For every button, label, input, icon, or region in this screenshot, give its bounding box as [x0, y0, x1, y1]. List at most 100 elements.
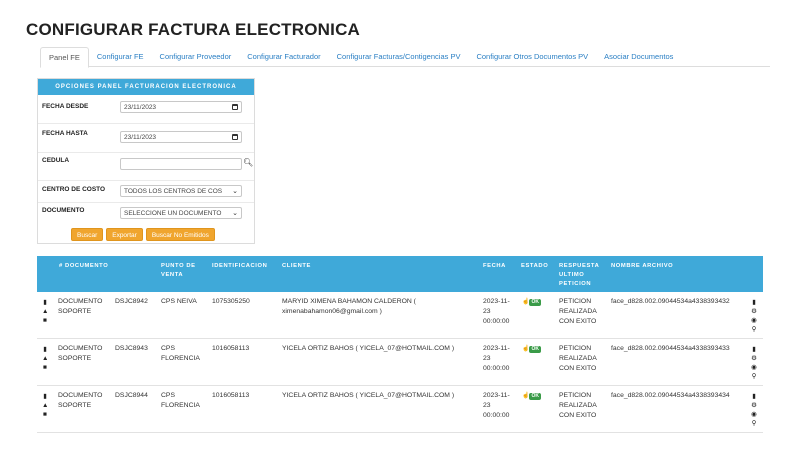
search-icon[interactable]: ⚲	[750, 372, 758, 381]
file-icon[interactable]: ■	[42, 410, 48, 419]
comment-icon[interactable]: ▮	[750, 298, 758, 307]
fecha-hasta-input[interactable]: 23/11/2023	[120, 131, 242, 143]
tab-configurar-facturas-contigencias[interactable]: Configurar Facturas/Contigencias PV	[329, 47, 469, 67]
tab-configurar-facturador[interactable]: Configurar Facturador	[239, 47, 328, 67]
col-punto-venta: PUNTO DE VENTA	[161, 263, 196, 278]
nombre-archivo: face_d828.002.09044534a4338393432	[611, 298, 730, 305]
col-identificacion: IDENTIFICACION	[212, 263, 268, 269]
row-actions-left: ▮ ▲ ■	[42, 298, 48, 325]
doc-numero: DSJC8942	[115, 298, 148, 305]
documento-label: DOCUMENTO	[42, 207, 85, 214]
punto-venta: CPS FLORENCIA	[161, 392, 200, 409]
fecha-desde-label: FECHA DESDE	[42, 103, 89, 110]
nombre-archivo: face_d828.002.09044534a4338393433	[611, 345, 730, 352]
tab-panel-fe[interactable]: Panel FE	[40, 47, 89, 68]
status-badge: OK	[529, 392, 541, 400]
home-icon[interactable]: ▲	[42, 401, 48, 410]
fecha-desde-value: 23/11/2023	[124, 104, 157, 111]
doc-tipo: DOCUMENTO SOPORTE	[58, 345, 103, 362]
status-badge: OK	[529, 298, 541, 306]
view-icon[interactable]: ◉	[750, 316, 758, 325]
centro-costo-select[interactable]: TODOS LOS CENTROS DE COS ⌄	[120, 185, 242, 197]
file-icon[interactable]: ■	[42, 316, 48, 325]
documento-value: SELECCIONE UN DOCUMENTO	[124, 210, 222, 217]
cedula-input[interactable]	[120, 158, 242, 170]
doc-numero: DSJC8943	[115, 345, 148, 352]
doc-tipo: DOCUMENTO SOPORTE	[58, 392, 103, 409]
fecha-desde-input[interactable]: 23/11/2023	[120, 101, 242, 113]
respuesta: PETICION REALIZADA CON EXITO	[559, 345, 597, 372]
row-actions-right: ▮ ⚙︎ ◉ ⚲	[750, 345, 758, 381]
nombre-archivo: face_d828.002.09044534a4338393434	[611, 392, 730, 399]
search-icon[interactable]: ⚲	[750, 419, 758, 428]
respuesta: PETICION REALIZADA CON EXITO	[559, 392, 597, 419]
cedula-label: CEDULA	[42, 157, 70, 164]
col-respuesta: RESPUESTA ULTIMO PETICION	[559, 263, 600, 287]
chevron-down-icon: ⌄	[232, 188, 238, 195]
tab-bar: Panel FE Configurar FE Configurar Provee…	[40, 47, 770, 68]
buscar-button[interactable]: Buscar	[71, 228, 104, 241]
row-cedula: CEDULA 🔍︎	[38, 153, 254, 181]
estado-cell: ☝ OK	[522, 344, 541, 355]
tab-configurar-proveedor[interactable]: Configurar Proveedor	[152, 47, 240, 67]
gear-icon[interactable]: ⚙︎	[750, 401, 758, 410]
buscar-no-emitidos-button[interactable]: Buscar No Emitidos	[145, 228, 215, 241]
row-fecha-hasta: FECHA HASTA 23/11/2023	[38, 124, 254, 153]
calendar-icon[interactable]	[232, 104, 238, 110]
tab-configurar-otros-documentos[interactable]: Configurar Otros Documentos PV	[468, 47, 596, 67]
documento-select[interactable]: SELECCIONE UN DOCUMENTO ⌄	[120, 207, 242, 219]
estado-cell: ☝ OK	[522, 391, 541, 402]
view-icon[interactable]: ◉	[750, 363, 758, 372]
respuesta: PETICION REALIZADA CON EXITO	[559, 298, 597, 325]
file-icon[interactable]: ■	[42, 363, 48, 372]
cliente: YICELA ORTIZ BAHOS ( YICELA_07@HOTMAIL.C…	[282, 392, 455, 399]
chevron-down-icon: ⌄	[232, 210, 238, 217]
search-icon[interactable]: 🔍︎	[243, 158, 253, 167]
centro-costo-label: CENTRO DE COSTO	[42, 186, 106, 193]
search-icon[interactable]: ⚲	[750, 325, 758, 334]
bookmark-icon[interactable]: ▮	[42, 298, 48, 307]
cliente: YICELA ORTIZ BAHOS ( YICELA_07@HOTMAIL.C…	[282, 345, 455, 352]
view-icon[interactable]: ◉	[750, 410, 758, 419]
doc-tipo: DOCUMENTO SOPORTE	[58, 298, 103, 315]
cliente: MARYID XIMENA BAHAMON CALDERON ( ximenab…	[282, 298, 416, 315]
col-fecha: FECHA	[483, 263, 506, 269]
row-actions-left: ▮ ▲ ■	[42, 345, 48, 372]
home-icon[interactable]: ▲	[42, 307, 48, 316]
comment-icon[interactable]: ▮	[750, 392, 758, 401]
options-panel: OPCIONES PANEL FACTURACION ELECTRONICA F…	[37, 78, 255, 244]
fecha-hasta-value: 23/11/2023	[124, 134, 157, 141]
bookmark-icon[interactable]: ▮	[42, 392, 48, 401]
bookmark-icon[interactable]: ▮	[42, 345, 48, 354]
row-fecha-desde: FECHA DESDE 23/11/2023	[38, 95, 254, 124]
panel-title: OPCIONES PANEL FACTURACION ELECTRONICA	[38, 79, 254, 95]
tab-asociar-documentos[interactable]: Asociar Documentos	[596, 47, 681, 67]
comment-icon[interactable]: ▮	[750, 345, 758, 354]
page-title: CONFIGURAR FACTURA ELECTRONICA	[26, 20, 361, 39]
thumbs-up-icon: ☝	[522, 393, 530, 399]
home-icon[interactable]: ▲	[42, 354, 48, 363]
panel-buttons: Buscar Exportar Buscar No Emitidos	[71, 228, 215, 241]
punto-venta: CPS FLORENCIA	[161, 345, 200, 362]
row-actions-left: ▮ ▲ ■	[42, 392, 48, 419]
fecha: 2023-11-23 00:00:00	[483, 392, 510, 419]
thumbs-up-icon: ☝	[522, 346, 530, 352]
exportar-button[interactable]: Exportar	[106, 228, 143, 241]
fecha: 2023-11-23 00:00:00	[483, 345, 510, 372]
tab-configurar-fe[interactable]: Configurar FE	[89, 47, 152, 67]
gear-icon[interactable]: ⚙︎	[750, 354, 758, 363]
row-documento: DOCUMENTO SELECCIONE UN DOCUMENTO ⌄	[38, 203, 254, 225]
results-table: # DOCUMENTO PUNTO DE VENTA IDENTIFICACIO…	[37, 256, 763, 433]
estado-cell: ☝ OK	[522, 297, 541, 308]
table-row: ▮ ▲ ■ DOCUMENTO SOPORTE DSJC8944 CPS FLO…	[37, 386, 763, 433]
row-actions-right: ▮ ⚙︎ ◉ ⚲	[750, 392, 758, 428]
col-cliente: CLIENTE	[282, 263, 311, 269]
identificacion: 1075305250	[212, 298, 250, 305]
table-header: # DOCUMENTO PUNTO DE VENTA IDENTIFICACIO…	[37, 256, 763, 292]
table-row: ▮ ▲ ■ DOCUMENTO SOPORTE DSJC8943 CPS FLO…	[37, 339, 763, 386]
col-documento: # DOCUMENTO	[59, 263, 109, 269]
calendar-icon[interactable]	[232, 134, 238, 140]
doc-numero: DSJC8944	[115, 392, 148, 399]
centro-costo-value: TODOS LOS CENTROS DE COS	[124, 188, 223, 195]
gear-icon[interactable]: ⚙︎	[750, 307, 758, 316]
